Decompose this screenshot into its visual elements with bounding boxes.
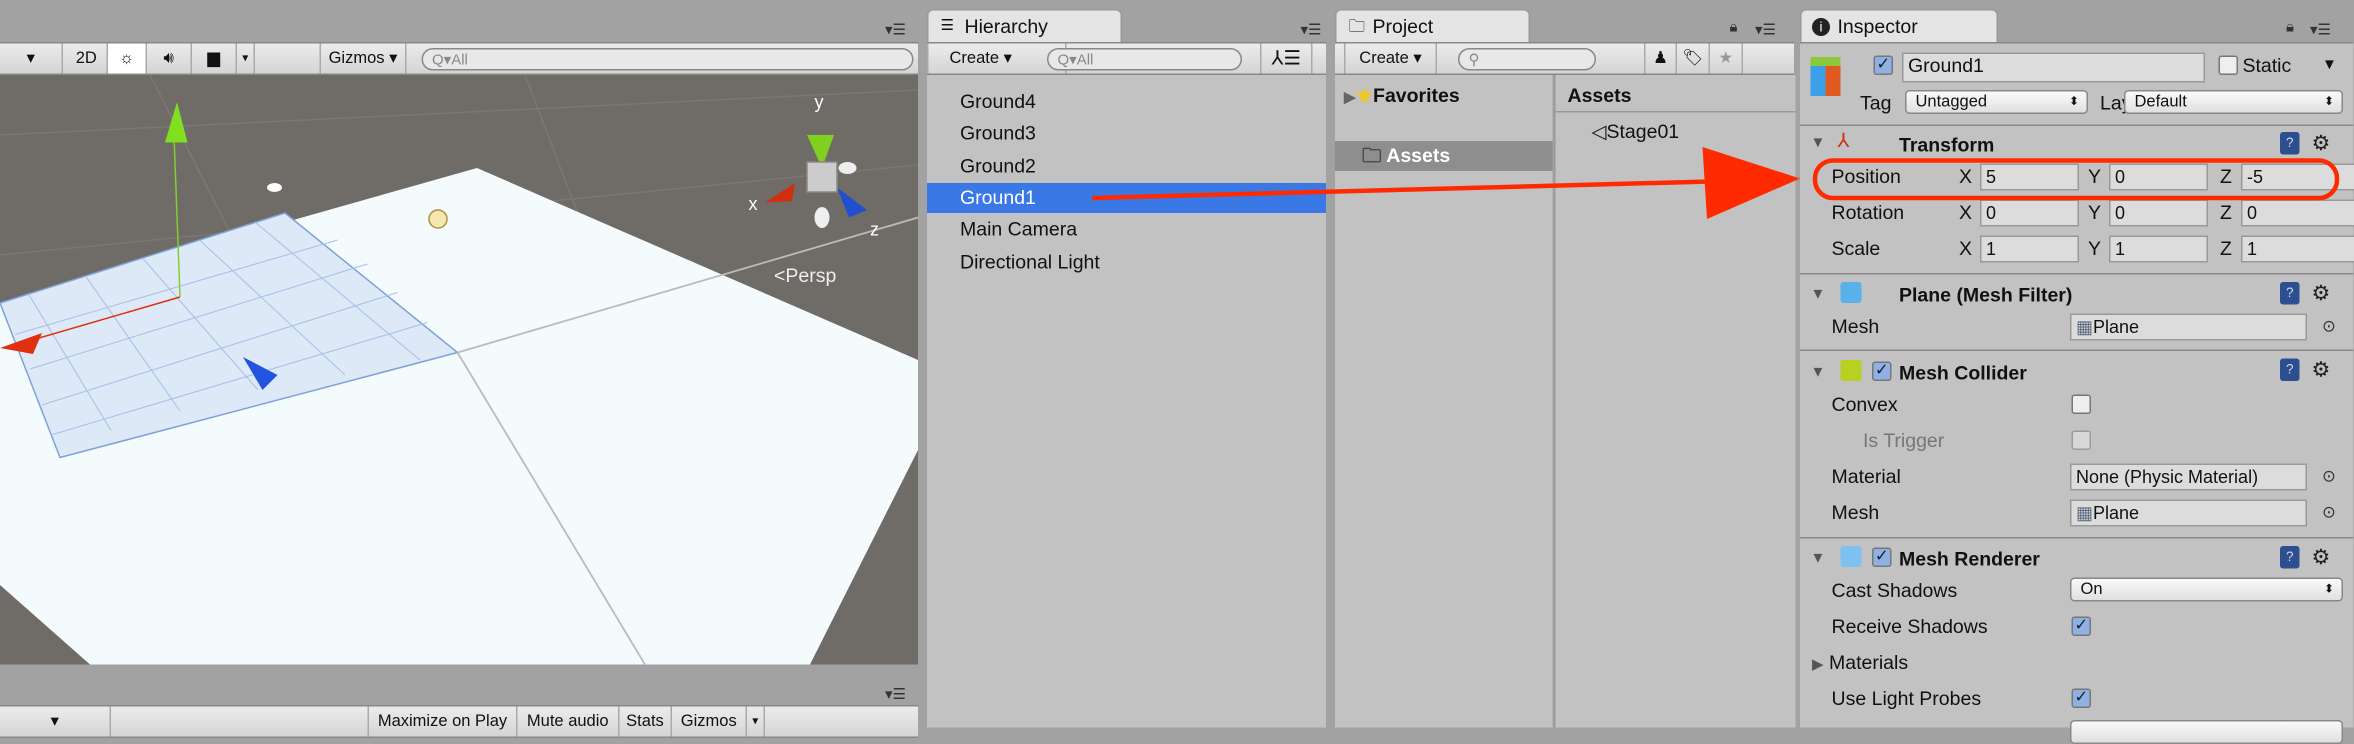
annotation-arrow-head xyxy=(1702,147,1800,219)
annotation-highlight-ellipse xyxy=(1812,158,2340,201)
annotation-overlay xyxy=(1091,147,2340,219)
annotation-arrow-line xyxy=(1091,179,1711,201)
